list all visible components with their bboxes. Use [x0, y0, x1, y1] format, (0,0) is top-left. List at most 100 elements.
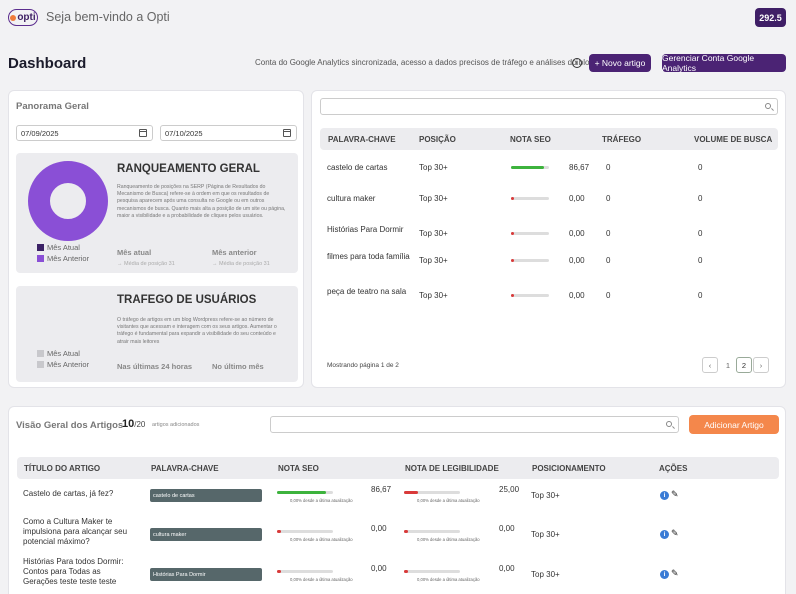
position-cell: Top 30+ — [419, 194, 448, 203]
col-keyword[interactable]: PALAVRA-CHAVE — [151, 464, 219, 473]
article-search-input[interactable] — [270, 416, 679, 433]
welcome-text: Seja bem-vindo a Opti — [46, 10, 170, 24]
opti-logo[interactable]: opti — [8, 9, 38, 26]
volume-cell: 0 — [698, 291, 703, 300]
seo-score-bar — [511, 259, 549, 262]
last-month-label: No último mês — [212, 362, 264, 371]
articles-table-header: TÍTULO DO ARTIGO PALAVRA-CHAVE NOTA SEO … — [17, 457, 779, 479]
traffic-cell: 0 — [606, 256, 611, 265]
keyword-cell: Histórias Para Dormir — [327, 225, 404, 234]
calendar-icon[interactable] — [139, 129, 147, 137]
readability-score-cell: 0,00 — [499, 524, 515, 533]
col-readability[interactable]: NOTA DE LEGIBILIDADE — [405, 464, 499, 473]
readability-fill — [404, 570, 409, 573]
info-icon[interactable]: i — [572, 58, 582, 68]
previous-month-label: Mês anterior — [212, 248, 257, 257]
article-title-cell[interactable]: Histórias Para todos Dormir: Contos para… — [23, 557, 135, 587]
readability-update-note: 0,00% desde a última atualização — [417, 537, 480, 542]
col-search-volume[interactable]: VOLUME DE BUSCA — [694, 135, 772, 144]
col-keyword[interactable]: PALAVRA-CHAVE — [328, 135, 396, 144]
traffic-cell: 0 — [606, 229, 611, 238]
legend-previous-swatch — [37, 255, 44, 262]
seo-score-bar — [511, 197, 549, 200]
article-title-cell[interactable]: Como a Cultura Maker te impulsiona para … — [23, 517, 135, 547]
overview-title: Panorama Geral — [16, 101, 89, 112]
next-page-button[interactable]: › — [753, 357, 769, 373]
ga-sync-text: Conta do Google Analytics sincronizada, … — [255, 58, 594, 67]
edit-pencil-icon[interactable]: ✎ — [671, 569, 680, 578]
col-seo-score[interactable]: NOTA SEO — [278, 464, 319, 473]
keyword-tag: cultura maker — [150, 528, 262, 541]
current-month-avg: → Média de posição 31 — [117, 261, 175, 267]
seo-score-cell: 0,00 — [569, 256, 585, 265]
page-1-button[interactable]: 1 — [720, 357, 736, 373]
traffic-legend: Mês Atual Mês Anterior — [37, 348, 89, 370]
col-position[interactable]: POSIÇÃO — [419, 135, 456, 144]
readability-score-cell: 25,00 — [499, 485, 520, 494]
seo-score-fill — [511, 259, 515, 262]
seo-score-bar — [277, 491, 333, 494]
traffic-cell: 0 — [606, 194, 611, 203]
seo-update-note: 0,00% desde a última atualização — [290, 537, 353, 542]
info-icon[interactable]: i — [660, 570, 669, 579]
seo-score-cell: 0,00 — [371, 524, 387, 533]
readability-bar — [404, 570, 460, 573]
seo-score-cell: 0,00 — [569, 229, 585, 238]
legend-previous-swatch — [37, 361, 44, 368]
search-icon[interactable] — [765, 103, 771, 109]
keyword-tag: Histórias Para Dormir — [150, 568, 262, 581]
edit-pencil-icon[interactable]: ✎ — [671, 529, 680, 538]
new-article-button[interactable]: + Novo artigo — [589, 54, 651, 72]
ranking-card: RANQUEAMENTO GERAL Ranqueamento de posiç… — [16, 153, 298, 273]
credits-badge[interactable]: 292.5 — [755, 8, 786, 27]
col-ranking[interactable]: POSICIONAMENTO — [532, 464, 606, 473]
page-2-button[interactable]: 2 — [736, 357, 752, 373]
seo-update-note: 0,00% desde a última atualização — [290, 577, 353, 582]
start-date-input[interactable]: 07/09/2025 — [16, 125, 153, 141]
seo-score-cell: 0,00 — [371, 564, 387, 573]
end-date-input[interactable]: 07/10/2025 — [160, 125, 297, 141]
page-title: Dashboard — [8, 55, 87, 72]
readability-update-note: 0,00% desde a última atualização — [417, 498, 480, 503]
articles-card: Visão Geral dos Artigos 10/20 artigos ad… — [8, 406, 786, 594]
traffic-title: TRAFEGO DE USUÁRIOS — [117, 294, 257, 306]
ranking-title: RANQUEAMENTO GERAL — [117, 163, 260, 175]
info-icon[interactable]: i — [660, 530, 669, 539]
calendar-icon[interactable] — [283, 129, 291, 137]
volume-cell: 0 — [698, 194, 703, 203]
seo-score-fill — [277, 530, 282, 533]
col-article-title[interactable]: TÍTULO DO ARTIGO — [24, 464, 100, 473]
keyword-search-input[interactable] — [320, 98, 778, 115]
info-icon[interactable]: i — [660, 491, 669, 500]
col-traffic[interactable]: TRÁFEGO — [602, 135, 641, 144]
traffic-description: O tráfego de artigos em um blog Wordpres… — [117, 317, 277, 345]
col-actions: AÇÕES — [659, 463, 688, 473]
seo-score-fill — [511, 166, 544, 169]
seo-score-cell: 86,67 — [569, 163, 590, 172]
manage-ga-button[interactable]: Gerenciar Conta Google Analytics — [662, 53, 786, 73]
article-title-cell[interactable]: Castelo de cartas, já fez? — [23, 489, 135, 499]
articles-count: 10/20 — [122, 418, 146, 430]
col-seo-score[interactable]: NOTA SEO — [510, 135, 551, 144]
keyword-cell: castelo de cartas — [327, 163, 388, 172]
add-article-button[interactable]: Adicionar Artigo — [689, 415, 779, 434]
keyword-cell: peça de teatro na sala — [327, 287, 407, 296]
ranking-cell: Top 30+ — [531, 491, 560, 500]
seo-score-cell: 0,00 — [569, 194, 585, 203]
pagination-text: Mostrando página 1 de 2 — [327, 362, 399, 369]
traffic-cell: 0 — [606, 163, 611, 172]
readability-bar — [404, 491, 460, 494]
position-cell: Top 30+ — [419, 291, 448, 300]
edit-pencil-icon[interactable]: ✎ — [671, 490, 680, 499]
volume-cell: 0 — [698, 256, 703, 265]
search-icon[interactable] — [666, 421, 672, 427]
seo-score-fill — [511, 232, 515, 235]
seo-score-fill — [277, 570, 282, 573]
traffic-card: TRAFEGO DE USUÁRIOS O tráfego de artigos… — [16, 286, 298, 382]
prev-page-button[interactable]: ‹ — [702, 357, 718, 373]
readability-bar — [404, 530, 460, 533]
articles-count-label: artigos adicionados — [152, 422, 200, 428]
top-bar: opti Seja bem-vindo a Opti 292.5 — [0, 0, 796, 38]
ranking-legend: Mês Atual Mês Anterior — [37, 242, 89, 264]
ranking-description: Ranqueamento de posições na SERP (Página… — [117, 184, 286, 219]
